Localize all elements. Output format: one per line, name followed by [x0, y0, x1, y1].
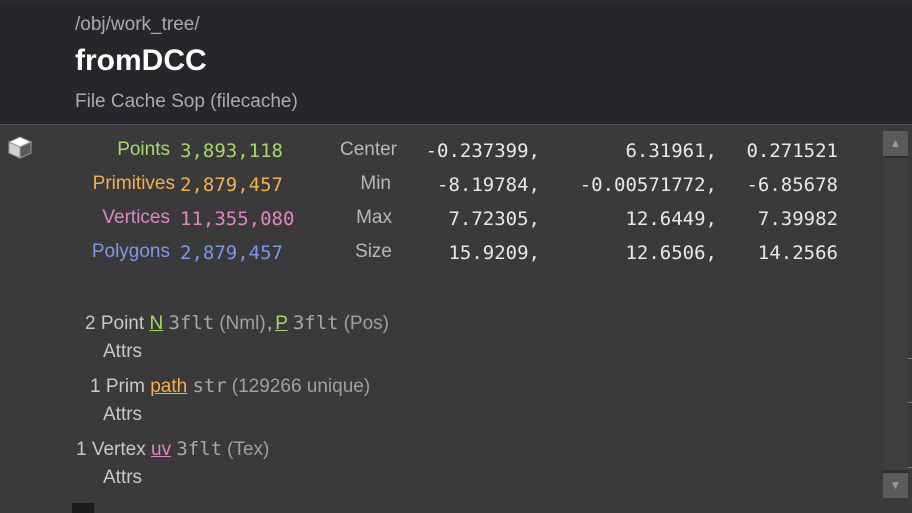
bbox-x: -8.19784,: [437, 174, 540, 196]
attr-type: 3flt: [176, 438, 223, 460]
attr-type: 3flt: [168, 312, 215, 334]
arrow-down-icon[interactable]: ▼: [883, 473, 908, 498]
stat-label: Primitives: [92, 173, 175, 194]
bbox-label: Center: [339, 139, 397, 160]
node-type: File Cache Sop (filecache): [75, 91, 298, 112]
cube-icon: [7, 136, 33, 159]
bbox-x: -0.237399,: [425, 140, 540, 162]
point-attrs-label: Attrs: [103, 341, 143, 362]
bbox-y: 12.6506,: [625, 242, 717, 264]
point-attributes: 2 Point N 3flt (Nml) ,P 3flt (Pos): [85, 312, 389, 335]
attr-info: (129266 unique): [231, 376, 371, 397]
node-path: /obj/work_tree/: [75, 14, 200, 35]
edge-mark: [908, 402, 912, 403]
stat-label: Vertices: [102, 207, 170, 228]
stat-value: 11,355,080: [180, 208, 295, 230]
bbox-x: 15.9209,: [448, 242, 540, 264]
attr-p-link[interactable]: P: [275, 313, 287, 334]
stat-value: 3,893,118: [180, 140, 283, 162]
prim-attributes: 1 Prim path str (129266 unique): [90, 375, 370, 398]
vertex-attrs-label: Attrs: [103, 467, 143, 488]
bbox-z: 14.2566: [757, 242, 838, 264]
checkbox[interactable]: [72, 503, 94, 513]
prim-attrs-label: Attrs: [103, 404, 143, 425]
scroll-track[interactable]: [883, 158, 908, 470]
attr-n-link[interactable]: N: [149, 313, 163, 334]
edge-mark: [908, 467, 912, 468]
bbox-z: 0.271521: [746, 140, 838, 162]
stat-label: Points: [117, 139, 170, 160]
attr-info: (Pos): [343, 313, 390, 334]
bbox-label: Max: [356, 207, 392, 228]
vertex-attr-count: 1 Vertex: [76, 439, 146, 460]
attr-info: (Tex): [227, 439, 270, 460]
node-info-header: /obj/work_tree/ fromDCC File Cache Sop (…: [0, 2, 912, 124]
attr-uv-link[interactable]: uv: [151, 439, 171, 460]
bbox-y: 6.31961,: [625, 140, 717, 162]
bbox-y: 12.6449,: [625, 208, 717, 230]
bbox-x: 7.72305,: [448, 208, 540, 230]
attr-type: str: [192, 375, 227, 397]
attr-path-link[interactable]: path: [150, 376, 187, 397]
bbox-y: -0.00571772,: [579, 174, 717, 196]
bbox-z: 7.39982: [757, 208, 838, 230]
bbox-label: Size: [355, 241, 392, 262]
bbox-z: -6.85678: [746, 174, 838, 196]
arrow-up-icon[interactable]: ▲: [883, 131, 908, 156]
attr-type: 3flt: [292, 312, 339, 334]
point-attr-count: 2 Point: [85, 313, 145, 334]
attr-info: (Nml): [219, 313, 266, 334]
vertical-scrollbar[interactable]: ▲ ▼: [883, 131, 908, 498]
stat-value: 2,879,457: [180, 242, 283, 264]
attr-separator: ,: [266, 313, 273, 334]
edge-mark: [908, 358, 912, 359]
prim-attr-count: 1 Prim: [90, 376, 145, 397]
stat-value: 2,879,457: [180, 174, 283, 196]
bbox-label: Min: [360, 173, 391, 194]
node-name: fromDCC: [75, 44, 207, 77]
vertex-attributes: 1 Vertex uv 3flt (Tex): [76, 438, 269, 461]
geometry-info-panel: Points 3,893,118 Primitives 2,879,457 Ve…: [0, 125, 912, 513]
stat-label: Polygons: [91, 241, 170, 262]
